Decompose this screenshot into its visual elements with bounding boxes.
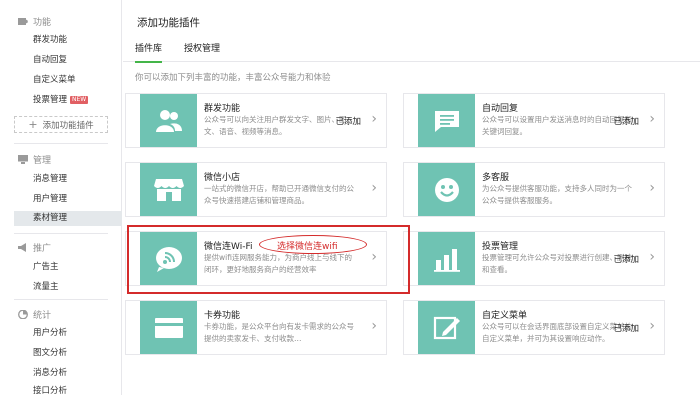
card-icon-box <box>418 163 475 216</box>
sidebar-item-api-analysis[interactable]: 接口分析 <box>33 385 67 395</box>
card-name: 自定义菜单 <box>482 311 528 321</box>
section-features: 功能 <box>18 15 51 28</box>
tab-authorization[interactable]: 授权管理 <box>184 41 220 61</box>
sidebar-item-materials[interactable]: 素材管理 <box>14 211 122 226</box>
tab-plugin-library[interactable]: 插件库 <box>135 41 163 63</box>
bars-icon <box>433 248 460 272</box>
plugin-card-coupons[interactable]: 卡券功能 卡券功能，是公众平台向有发卡需求的公众号提供的卖家发卡、支付收款… › <box>125 300 387 355</box>
card-status: 已添加 <box>613 255 639 265</box>
card-name: 投票管理 <box>482 242 519 252</box>
card-desc: 卡券功能，是公众平台向有发卡需求的公众号提供的卖家发卡、支付收款… <box>204 322 354 343</box>
edit-icon <box>433 316 460 339</box>
sidebar-item-traffic[interactable]: 流量主 <box>33 281 59 293</box>
card-name: 自动回复 <box>482 104 519 114</box>
card-icon-box <box>418 301 475 354</box>
card-name: 多客服 <box>482 173 510 183</box>
sidebar-item-vote[interactable]: 投票管理 NEW <box>33 94 89 106</box>
card-name: 群发功能 <box>204 104 241 114</box>
add-plugin-label: 添加功能插件 <box>42 120 94 131</box>
divider <box>14 233 108 234</box>
card-name: 微信小店 <box>204 173 241 183</box>
plugin-card-mass-send[interactable]: 群发功能 公众号可以向关注用户群发文字、图片、图文、语音、视频等消息。 已添加 … <box>125 93 387 148</box>
plugin-card-customer-service[interactable]: 多客服 为公众号提供客服功能，支持多人同时为一个公众号提供客服服务。 › <box>403 162 665 217</box>
intro-text: 你可以添加下列丰富的功能，丰富公众号能力和体验 <box>135 73 331 83</box>
sidebar-item-messages[interactable]: 消息管理 <box>33 173 67 185</box>
card-icon-box <box>140 94 197 147</box>
smile-icon <box>434 177 459 202</box>
card-icon <box>154 317 183 338</box>
sidebar: 功能 群发功能 自动回复 自定义菜单 投票管理 NEW + 添加功能插件 管理 消… <box>0 0 122 395</box>
sidebar-item-label: 投票管理 <box>33 95 68 105</box>
annotation-highlight-box <box>127 225 410 294</box>
chevron-right-icon: › <box>649 249 655 265</box>
section-promotion: 推广 <box>18 241 51 254</box>
section-manage: 管理 <box>18 153 51 166</box>
plugin-card-auto-reply[interactable]: 自动回复 公众号可以设置用户发送消息时的自动回复和关键词回复。 已添加 › <box>403 93 665 148</box>
add-plugin-button[interactable]: + 添加功能插件 <box>14 116 108 133</box>
card-desc: 公众号可以向关注用户群发文字、图片、图文、语音、视频等消息。 <box>204 115 347 136</box>
chevron-right-icon: › <box>649 180 655 196</box>
card-icon-box <box>140 301 197 354</box>
sidebar-item-user-analysis[interactable]: 用户分析 <box>33 327 67 339</box>
chevron-right-icon: › <box>371 318 377 334</box>
section-label: 功能 <box>33 18 52 28</box>
store-icon <box>153 178 184 201</box>
section-stats: 统计 <box>18 308 51 321</box>
card-icon-box <box>418 232 475 285</box>
card-desc: 公众号可以在会话界面底部设置自定义菜单的自定义菜单，并可为其设置响应动作。 <box>482 322 632 343</box>
chevron-right-icon: › <box>371 180 377 196</box>
sidebar-item-message-analysis[interactable]: 消息分析 <box>33 367 67 379</box>
users-icon <box>155 109 182 132</box>
section-label: 统计 <box>33 311 52 321</box>
sidebar-item-article-analysis[interactable]: 图文分析 <box>33 347 67 359</box>
card-desc: 公众号可以设置用户发送消息时的自动回复和关键词回复。 <box>482 115 632 136</box>
chevron-right-icon: › <box>649 318 655 334</box>
page-title: 添加功能插件 <box>137 17 200 29</box>
card-desc: 投票管理可允许公众号对投票进行创建、删除和查看。 <box>482 253 632 274</box>
chevron-right-icon: › <box>371 111 377 127</box>
divider <box>14 299 108 300</box>
sidebar-item-advertiser[interactable]: 广告主 <box>33 261 59 273</box>
card-icon-box <box>418 94 475 147</box>
plugin-card-custom-menu[interactable]: 自定义菜单 公众号可以在会话界面底部设置自定义菜单的自定义菜单，并可为其设置响应… <box>403 300 665 355</box>
chart-icon <box>18 309 28 320</box>
sidebar-item-auto-reply[interactable]: 自动回复 <box>33 54 67 66</box>
new-badge: NEW <box>70 95 89 104</box>
sidebar-item-custom-menu[interactable]: 自定义菜单 <box>33 74 76 86</box>
annotation-text: 选择微信连wifi <box>277 242 338 252</box>
section-label: 推广 <box>33 244 52 254</box>
card-icon-box <box>140 163 197 216</box>
plus-icon: + <box>28 118 38 131</box>
tab-bar: 插件库 授权管理 <box>123 36 700 63</box>
card-status: 已添加 <box>613 324 639 334</box>
puzzle-icon <box>18 17 28 26</box>
card-desc: 为公众号提供客服功能，支持多人同时为一个公众号提供客服服务。 <box>482 184 632 205</box>
card-desc: 一站式的微信开店，帮助已开通微信支付的公众号快速搭建店铺和管理商品。 <box>204 184 354 205</box>
card-status: 已添加 <box>335 117 361 127</box>
section-label: 管理 <box>33 156 52 166</box>
plugin-card-vote[interactable]: 投票管理 投票管理可允许公众号对投票进行创建、删除和查看。 已添加 › <box>403 231 665 286</box>
sidebar-item-mass-send[interactable]: 群发功能 <box>33 34 67 46</box>
message-icon <box>434 110 459 132</box>
megaphone-icon <box>18 243 28 252</box>
chevron-right-icon: › <box>649 111 655 127</box>
plugin-card-wechat-store[interactable]: 微信小店 一站式的微信开店，帮助已开通微信支付的公众号快速搭建店铺和管理商品。 … <box>125 162 387 217</box>
card-name: 卡券功能 <box>204 311 241 321</box>
divider <box>14 143 108 144</box>
card-status: 已添加 <box>613 117 639 127</box>
sidebar-item-users[interactable]: 用户管理 <box>33 193 67 205</box>
monitor-icon <box>18 155 28 164</box>
